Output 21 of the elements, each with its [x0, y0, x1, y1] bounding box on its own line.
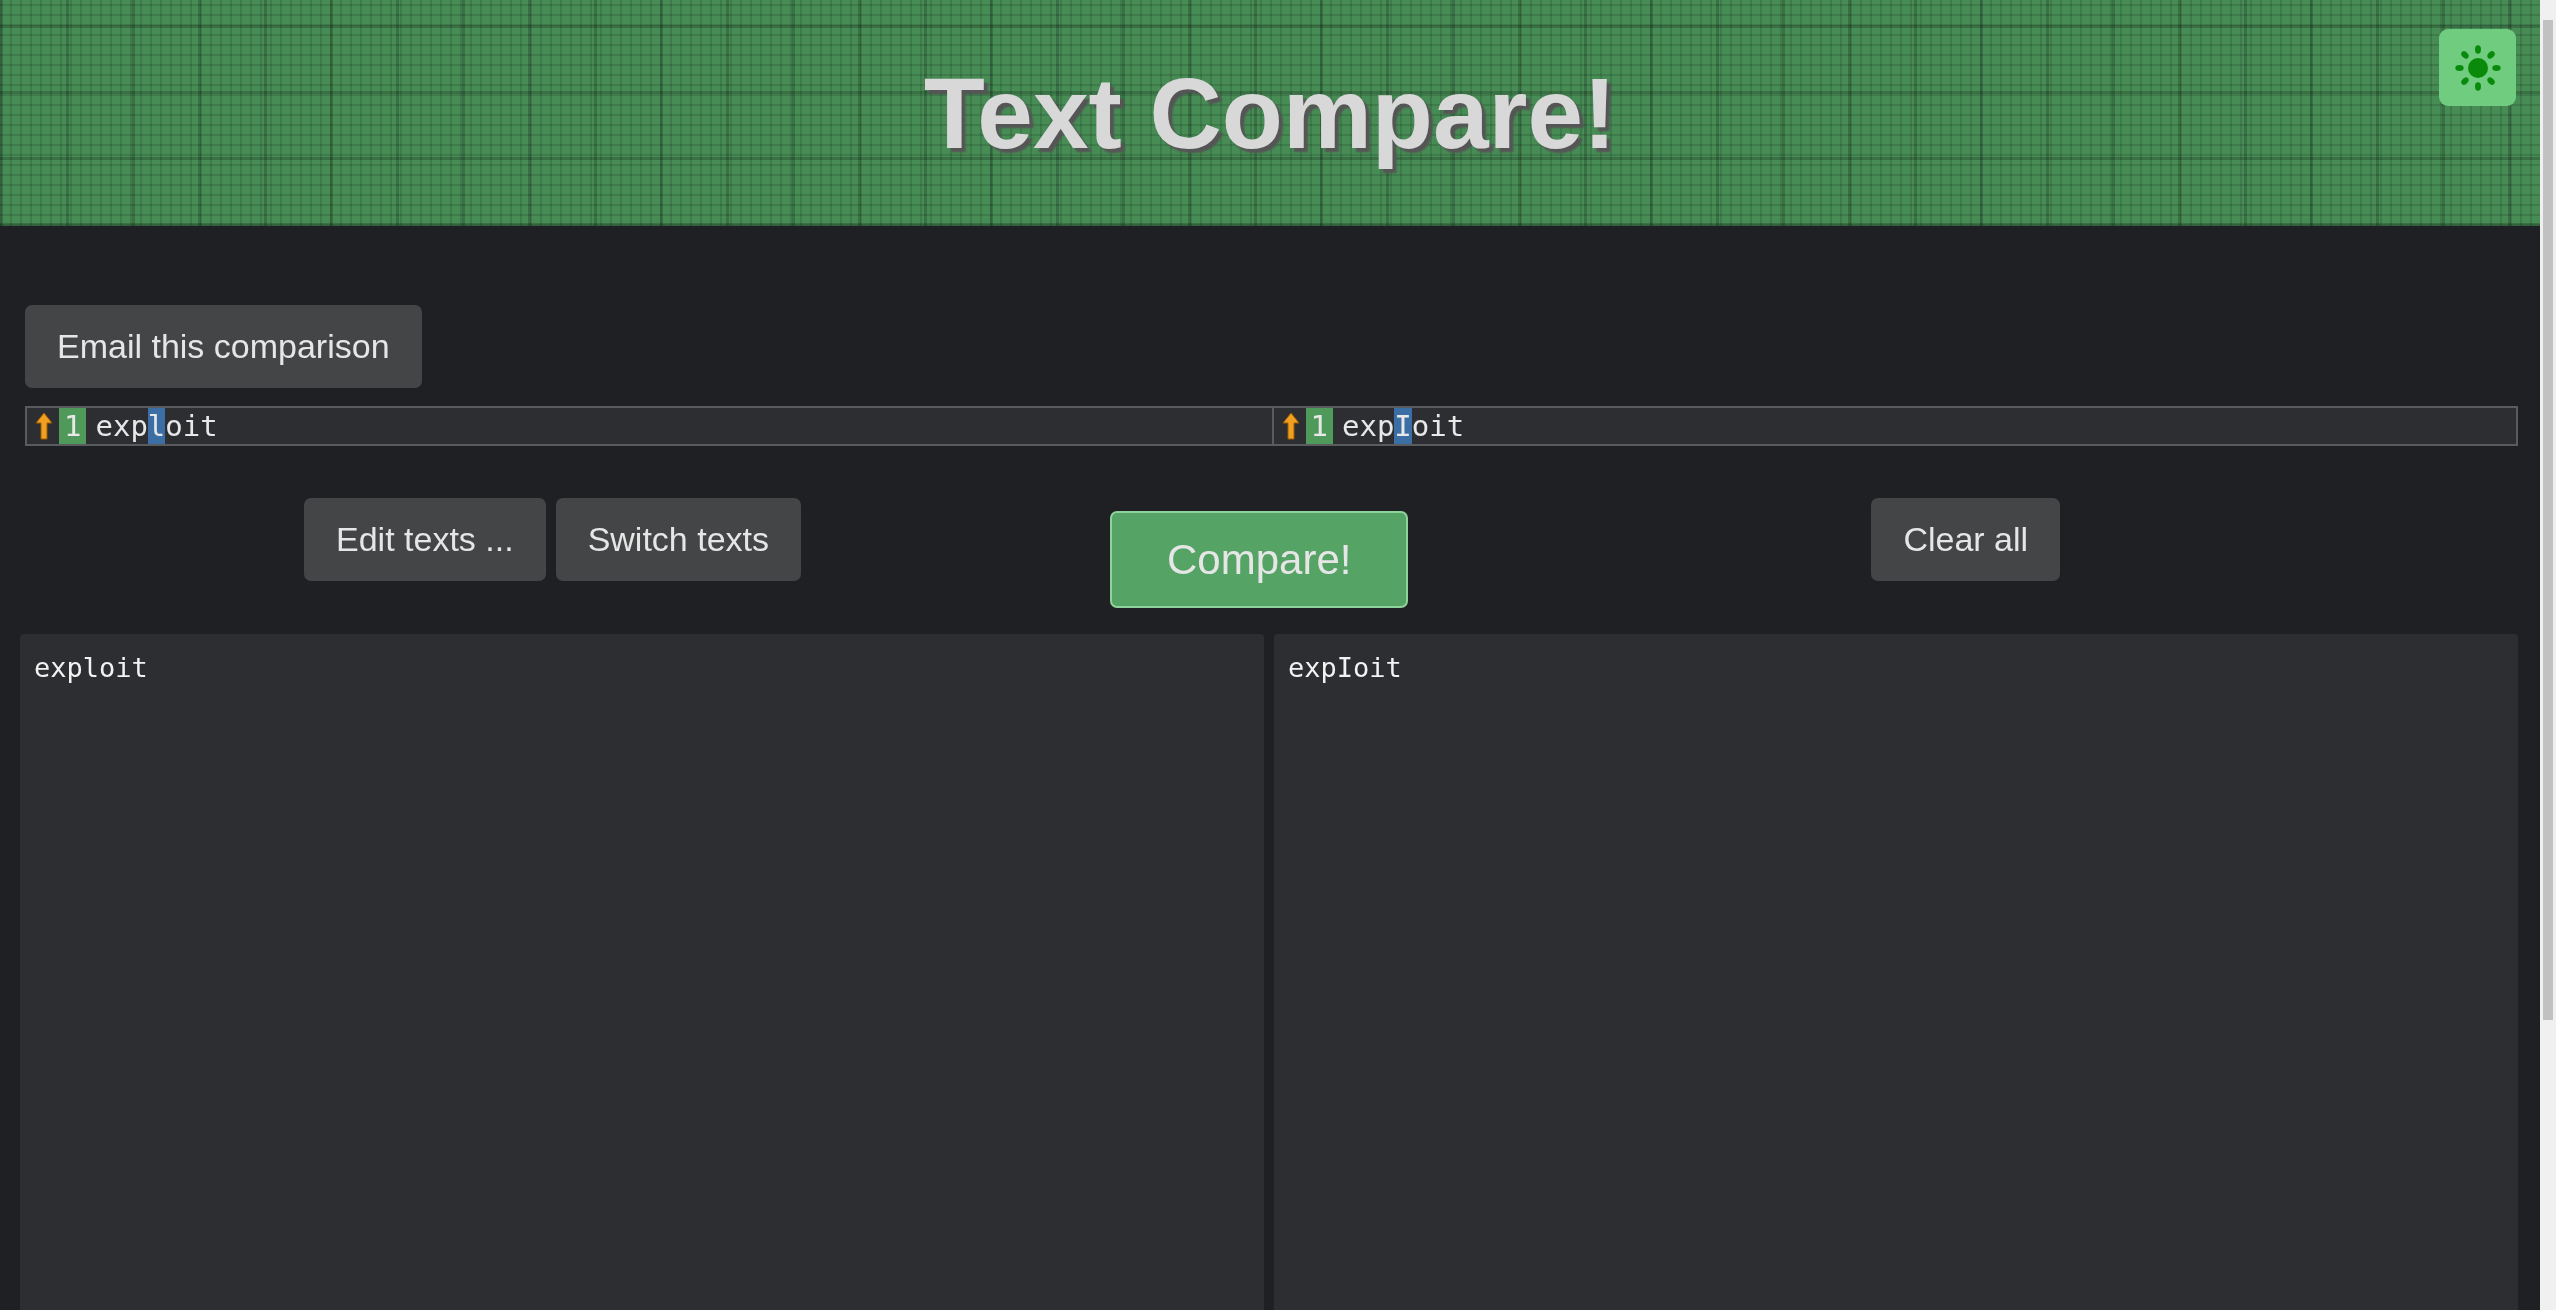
text-input-area[interactable]: exploit: [20, 634, 1264, 1310]
up-arrow-icon[interactable]: [1281, 412, 1300, 440]
diff-text: exp: [95, 408, 148, 444]
changed-text: l: [147, 408, 166, 444]
scrollbar[interactable]: [2540, 0, 2556, 1310]
sun-icon: [2454, 44, 2501, 91]
changed-text: I: [1394, 408, 1412, 444]
up-arrow-icon[interactable]: [35, 412, 53, 440]
text-input-area[interactable]: expIoit: [1274, 634, 2518, 1310]
clear-all-button[interactable]: Clear all: [1871, 498, 2061, 581]
line-number: 1: [1305, 408, 1333, 444]
diff-text: oit: [1411, 408, 1465, 444]
scrollbar-thumb[interactable]: [2543, 20, 2553, 1020]
theme-toggle-button[interactable]: [2439, 29, 2516, 106]
page-title: Text Compare!: [923, 55, 1617, 171]
diff-text: oit: [165, 408, 218, 444]
email-button[interactable]: Email this comparison: [25, 305, 422, 388]
diff-text: exp: [1341, 408, 1395, 444]
edit-texts-button[interactable]: Edit texts ...: [304, 498, 546, 581]
switch-texts-button[interactable]: Switch texts: [555, 498, 801, 581]
line-number: 1: [59, 408, 87, 444]
